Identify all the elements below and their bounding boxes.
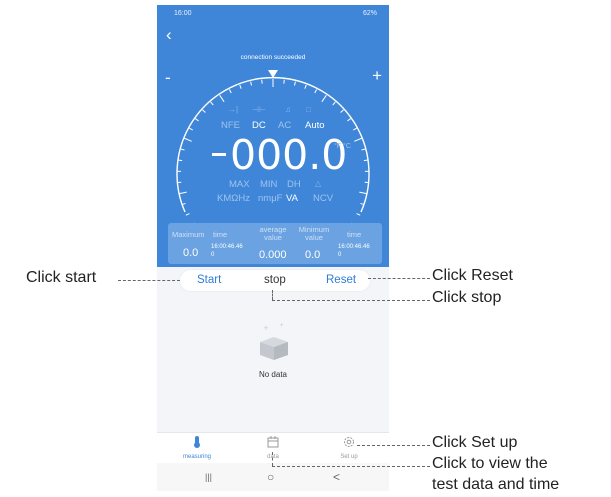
- tab-setup[interactable]: Set up: [319, 435, 379, 460]
- gauge-tick: [361, 148, 366, 151]
- meter-header: 16:00 62% ‹ connection succeeded - + →| …: [157, 5, 389, 267]
- empty-state-text: No data: [258, 370, 288, 379]
- time-value-2: 16:00:46.46: [338, 244, 370, 250]
- leader-stop: [272, 300, 430, 301]
- time-value-1: 16:00:46.46: [211, 244, 243, 250]
- minimum-value: 0.0: [305, 249, 321, 261]
- tab-bar: measuring data Set up: [157, 432, 389, 463]
- gauge-tick: [354, 137, 362, 142]
- control-bar: Start stop Reset: [180, 270, 370, 291]
- gauge-tick: [180, 148, 185, 151]
- temperature-unit: °F °C: [334, 143, 351, 150]
- tab-measuring[interactable]: measuring: [167, 435, 227, 460]
- time-label-2: time: [347, 230, 362, 239]
- recents-icon[interactable]: |||: [205, 472, 212, 482]
- gauge-tick: [359, 191, 368, 195]
- manual-page: 16:00 62% ‹ connection succeeded - + →| …: [0, 0, 611, 497]
- svg-text:+: +: [263, 324, 269, 332]
- time-sub-2: 0: [338, 252, 342, 258]
- warning-icon: △: [315, 179, 322, 188]
- unit-kmohz[interactable]: KMΩHz: [217, 193, 250, 204]
- mode-min[interactable]: MIN: [260, 179, 277, 190]
- diode-icon: →|: [228, 105, 239, 114]
- tab-label: data: [267, 454, 279, 460]
- callout-stop: Click stop: [432, 289, 502, 306]
- average-value: 0.000: [259, 249, 287, 261]
- tab-label: measuring: [182, 454, 211, 460]
- gauge-tick: [340, 109, 344, 113]
- mode-dc[interactable]: DC: [252, 120, 266, 131]
- callout-data-line1: Click to view the: [432, 455, 548, 472]
- reading-value: 000.0: [230, 131, 348, 179]
- gauge-tick: [188, 127, 193, 131]
- gauge-tick: [250, 81, 253, 86]
- mode-ncv[interactable]: NCV: [313, 193, 333, 204]
- svg-text:+: +: [279, 322, 284, 329]
- reset-button[interactable]: Reset: [326, 274, 356, 286]
- gauge-tick: [321, 94, 327, 103]
- callout-start: Click start: [26, 269, 97, 286]
- mode-nfe[interactable]: NFE: [221, 120, 240, 131]
- statistics-panel: Maximum 0.0 time 16:00:46.46 0 average v…: [168, 223, 382, 264]
- hold-icon: □: [306, 105, 311, 114]
- nav-back-icon[interactable]: <: [333, 470, 340, 484]
- mode-max[interactable]: MAX: [229, 179, 250, 190]
- leader-data-v: [272, 452, 273, 466]
- home-icon[interactable]: ○: [267, 470, 274, 484]
- start-button[interactable]: Start: [197, 274, 221, 286]
- mode-ac[interactable]: AC: [278, 120, 291, 131]
- gauge-tick: [210, 101, 214, 106]
- average-label: average value: [259, 225, 287, 242]
- gauge-tick: [185, 213, 190, 216]
- leader-start: [118, 280, 180, 281]
- gauge-tick: [314, 89, 318, 94]
- gauge-tick: [293, 81, 296, 86]
- leader-setup: [357, 445, 430, 446]
- time-label-1: time: [213, 230, 228, 239]
- stop-button[interactable]: stop: [264, 274, 286, 286]
- android-nav-bar: ||| ○ <: [157, 463, 389, 491]
- phone-screen: 16:00 62% ‹ connection succeeded - + →| …: [157, 5, 389, 491]
- gauge-tick: [332, 101, 336, 106]
- gauge-tick: [228, 89, 232, 94]
- maximum-label: Maximum: [172, 230, 205, 239]
- gauge-tick: [178, 191, 187, 195]
- tab-label: Set up: [340, 454, 358, 460]
- minimum-label: Minimum value: [298, 225, 330, 242]
- callout-setup: Click Set up: [432, 434, 518, 451]
- mode-dh[interactable]: DH: [287, 179, 301, 190]
- calendar-icon: [267, 436, 279, 448]
- gauge-tick: [363, 159, 368, 162]
- leader-reset: [368, 278, 430, 279]
- gauge-tick: [347, 118, 351, 122]
- gauge-tick: [353, 127, 358, 131]
- sign-indicator: [212, 153, 226, 156]
- gauge-tick: [356, 213, 361, 216]
- callout-reset: Click Reset: [432, 267, 513, 284]
- leader-stop-v: [272, 290, 273, 300]
- maximum-value: 0.0: [183, 247, 199, 259]
- capacitor-icon: ⊣⊢: [252, 105, 266, 114]
- time-sub-1: 0: [211, 252, 215, 258]
- empty-box-icon: + +: [260, 322, 288, 360]
- gauge-tick: [304, 84, 307, 89]
- mode-auto[interactable]: Auto: [305, 120, 325, 131]
- unit-nmuf[interactable]: nmμF: [258, 193, 282, 204]
- leader-data: [272, 466, 430, 467]
- gauge-tick: [184, 137, 192, 142]
- gauge-tick: [219, 94, 225, 103]
- gauge-pointer: [268, 70, 278, 78]
- gauge-tick: [239, 84, 242, 89]
- gauge-tick: [178, 159, 183, 162]
- callout-data-line2: test data and time: [432, 476, 560, 493]
- gauge-tick: [202, 109, 206, 113]
- thermometer-icon: [194, 436, 200, 448]
- gear-icon: [344, 437, 354, 447]
- tab-data[interactable]: data: [243, 435, 303, 460]
- continuity-icon: ♫: [285, 105, 291, 114]
- unit-va[interactable]: VA: [286, 193, 298, 204]
- gauge-tick: [195, 118, 199, 122]
